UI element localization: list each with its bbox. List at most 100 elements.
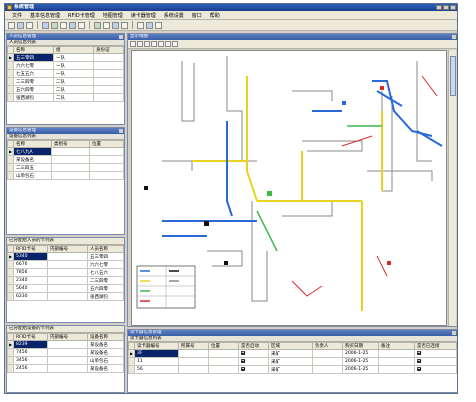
table-row[interactable]: 二三四零 二队 bbox=[7, 77, 124, 86]
person-icon[interactable] bbox=[42, 21, 49, 29]
minimize-button[interactable] bbox=[436, 5, 442, 10]
zoom-out-icon[interactable] bbox=[137, 41, 143, 47]
enabled-checkbox[interactable] bbox=[241, 350, 245, 355]
column-header[interactable]: 读卡器编号 bbox=[134, 342, 179, 350]
table-row[interactable]: 2340 二三四零 bbox=[7, 276, 124, 285]
full-extent-icon[interactable] bbox=[165, 41, 171, 47]
menu-basic-info[interactable]: 基本信息管理 bbox=[26, 12, 64, 19]
save-icon[interactable] bbox=[26, 21, 33, 29]
enabled-checkbox[interactable] bbox=[241, 366, 245, 371]
column-header[interactable]: RFID卡号 bbox=[13, 245, 48, 253]
column-header[interactable]: 设备名称 bbox=[87, 333, 124, 341]
device-panel: 设备信息管理 设备信息列表 名称 类别号 位置 ▶ 七八九A 某设备名 二三四五 山单… bbox=[6, 127, 125, 235]
table-row[interactable]: 2456 某设备名 bbox=[7, 364, 124, 373]
table-row[interactable]: 5640 五六四零 bbox=[7, 284, 124, 293]
column-header[interactable]: 购买日期 bbox=[342, 342, 379, 350]
reader-panel: 读卡器信息管理 读卡器信息列表 读卡器编号 所属号 位置 是否启动 区域 负责人… bbox=[127, 329, 457, 393]
column-header[interactable]: 类别号 bbox=[51, 140, 90, 148]
column-header[interactable]: RFID卡号 bbox=[13, 333, 48, 341]
connected-checkbox[interactable] bbox=[417, 358, 421, 363]
close-icon[interactable] bbox=[452, 331, 456, 335]
column-header[interactable]: 内部编号 bbox=[47, 333, 88, 341]
zoom-in-icon[interactable] bbox=[130, 41, 136, 47]
device-panel-header: 设备信息管理 bbox=[7, 128, 124, 134]
connected-checkbox[interactable] bbox=[417, 350, 421, 355]
connected-checkbox[interactable] bbox=[417, 366, 421, 371]
zoom-out-icon[interactable] bbox=[103, 21, 110, 29]
column-header[interactable]: 是否启动 bbox=[238, 342, 269, 350]
layers-icon[interactable] bbox=[172, 41, 178, 47]
settings-icon[interactable] bbox=[146, 21, 153, 29]
table-row[interactable]: 56 采矿 2006-1-25 bbox=[128, 365, 457, 374]
column-header[interactable]: 名称 bbox=[13, 140, 52, 148]
column-header[interactable]: 是否已连接 bbox=[414, 342, 457, 350]
column-header[interactable]: 位置 bbox=[208, 342, 239, 350]
menu-rfid-card[interactable]: RFID卡管理 bbox=[64, 12, 99, 19]
maximize-button[interactable] bbox=[443, 5, 449, 10]
enabled-checkbox[interactable] bbox=[241, 358, 245, 363]
close-icon[interactable] bbox=[119, 129, 123, 133]
table-row[interactable]: 张西湖包 二队 bbox=[7, 93, 124, 102]
table-row[interactable]: ▶ 5340 五三零四 bbox=[7, 252, 124, 261]
table-row[interactable]: ▶ 8239 某设备名 bbox=[7, 340, 124, 349]
app-icon bbox=[7, 5, 12, 10]
column-header[interactable]: 区域 bbox=[268, 342, 313, 350]
pan-icon[interactable] bbox=[144, 41, 150, 47]
help-icon[interactable] bbox=[155, 21, 162, 29]
close-button[interactable] bbox=[450, 5, 456, 10]
table-row[interactable]: 二三四五 bbox=[7, 163, 124, 172]
menu-file[interactable]: 文件 bbox=[8, 12, 26, 19]
table-row[interactable]: 五六四零 二队 bbox=[7, 85, 124, 94]
menu-settings[interactable]: 系统设置 bbox=[160, 12, 188, 19]
menu-map[interactable]: 地图管理 bbox=[99, 12, 127, 19]
table-row[interactable]: 7856 七八五六 bbox=[7, 268, 124, 277]
title-bar: 系统管理 bbox=[5, 4, 457, 11]
personnel-panel-header: 人员信息管理 bbox=[7, 34, 124, 40]
table-row[interactable]: 6230 张西湖包 bbox=[7, 292, 124, 301]
menu-help[interactable]: 帮助 bbox=[206, 12, 224, 19]
column-header[interactable]: 组 bbox=[53, 46, 94, 54]
mine-map-canvas[interactable] bbox=[131, 50, 447, 326]
table-row[interactable]: 11 采矿 2006-1-25 bbox=[128, 357, 457, 366]
zoom-in-icon[interactable] bbox=[94, 21, 101, 29]
map-window: 显示地图 bbox=[127, 33, 457, 327]
device-icon[interactable] bbox=[51, 21, 58, 29]
column-header[interactable]: 位置 bbox=[89, 140, 124, 148]
refresh-icon[interactable] bbox=[121, 21, 128, 29]
table-row[interactable]: 7456 某设备名 bbox=[7, 348, 124, 357]
column-header[interactable]: 身份证 bbox=[93, 46, 124, 54]
table-row[interactable]: 六六七零 一队 bbox=[7, 61, 124, 70]
column-header[interactable]: 所属号 bbox=[178, 342, 209, 350]
table-row[interactable]: 某设备名 bbox=[7, 155, 124, 164]
menu-reader[interactable]: 读卡器管理 bbox=[127, 12, 160, 19]
scrollbar-thumb[interactable] bbox=[450, 56, 456, 96]
column-header[interactable]: 人员名称 bbox=[87, 245, 124, 253]
print-icon[interactable] bbox=[137, 21, 144, 29]
reader-table: 读卡器编号 所属号 位置 是否启动 区域 负责人 购买日期 备注 是否已连接 ▶… bbox=[128, 342, 457, 374]
table-row[interactable]: 山单包石 bbox=[7, 171, 124, 180]
open-icon[interactable] bbox=[17, 21, 24, 29]
map-icon[interactable] bbox=[78, 21, 85, 29]
close-icon[interactable] bbox=[452, 35, 456, 39]
table-row[interactable]: ▶ 3F 采矿 2006-1-25 bbox=[128, 349, 457, 358]
reader-icon[interactable] bbox=[69, 21, 76, 29]
map-scrollbar[interactable] bbox=[448, 50, 456, 326]
table-row[interactable]: ▶ 五三零四 一队 bbox=[7, 53, 124, 62]
column-header[interactable]: 负责人 bbox=[312, 342, 343, 350]
mine-map bbox=[136, 56, 443, 311]
column-header[interactable]: 内部编号 bbox=[47, 245, 88, 253]
pan-icon[interactable] bbox=[112, 21, 119, 29]
measure-icon[interactable] bbox=[158, 41, 164, 47]
close-icon[interactable] bbox=[119, 35, 123, 39]
table-row[interactable]: 6676 六六七零 bbox=[7, 260, 124, 269]
table-row[interactable]: 3456 山单包石 bbox=[7, 356, 124, 365]
menu-window[interactable]: 窗口 bbox=[188, 12, 206, 19]
column-header[interactable]: 名称 bbox=[13, 46, 54, 54]
table-row[interactable]: 七五五六 一队 bbox=[7, 69, 124, 78]
new-icon[interactable] bbox=[8, 21, 15, 29]
column-header[interactable]: 备注 bbox=[378, 342, 415, 350]
card-icon[interactable] bbox=[60, 21, 67, 29]
panel-title: 人员信息管理 bbox=[9, 34, 36, 39]
select-icon[interactable] bbox=[151, 41, 157, 47]
table-row[interactable]: ▶ 七八九A bbox=[7, 147, 124, 156]
